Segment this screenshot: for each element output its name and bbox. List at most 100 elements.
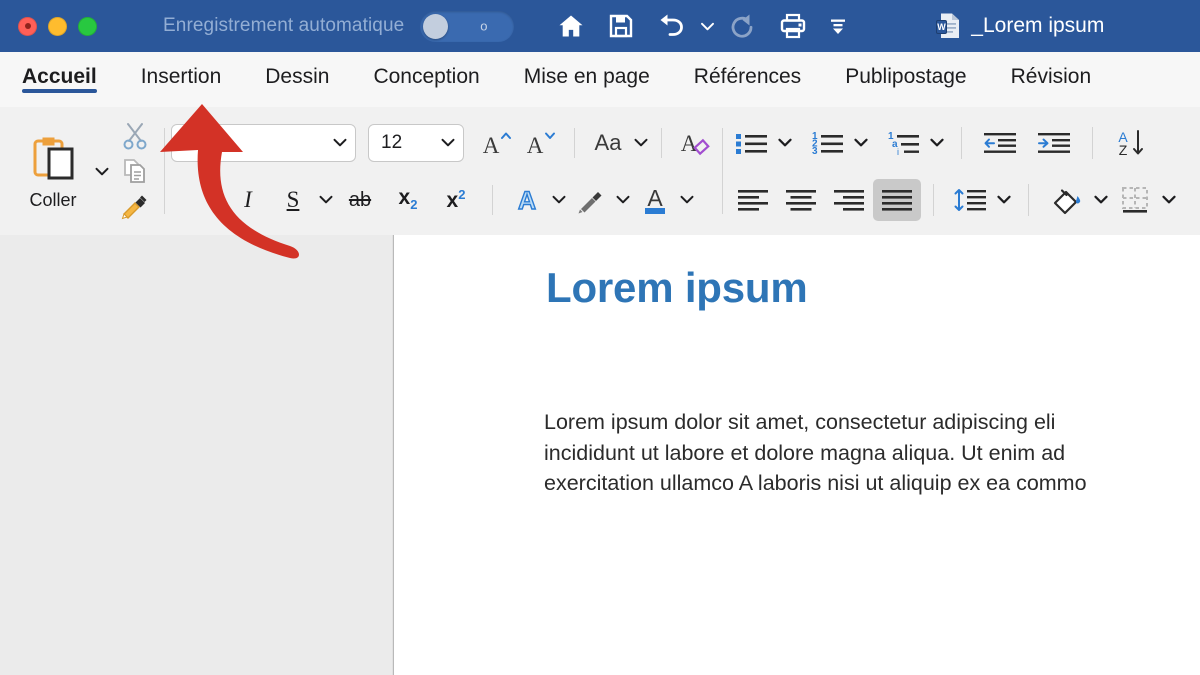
align-right-button[interactable] (825, 179, 873, 221)
align-center-button[interactable] (777, 179, 825, 221)
borders-chevron-down-icon[interactable] (1159, 179, 1179, 221)
close-button[interactable] (18, 17, 37, 36)
print-icon[interactable] (768, 4, 818, 48)
superscript-button[interactable]: x2 (432, 179, 480, 221)
font-color-chevron-down-icon[interactable] (677, 179, 697, 221)
svg-text:A: A (518, 187, 536, 215)
tab-conception[interactable]: Conception (351, 52, 501, 97)
paste-control: Coller (0, 119, 112, 223)
tab-conception-label: Conception (351, 65, 501, 97)
change-case-chevron-down-icon[interactable] (631, 122, 651, 164)
multilevel-list-chevron-down-icon[interactable] (927, 122, 947, 164)
zoom-button[interactable] (78, 17, 97, 36)
tab-publipostage-label: Publipostage (823, 65, 988, 97)
line-spacing-button[interactable] (946, 179, 994, 221)
clipboard-icon (25, 131, 81, 187)
underline-chevron-down-icon[interactable] (316, 179, 336, 221)
bullets-chevron-down-icon[interactable] (775, 122, 795, 164)
shrink-font-button[interactable]: A (520, 122, 564, 164)
tab-accueil[interactable]: Accueil (0, 52, 119, 97)
shading-button[interactable] (1043, 179, 1091, 221)
grow-font-button[interactable]: A (476, 122, 520, 164)
highlight-chevron-down-icon[interactable] (613, 179, 633, 221)
text-effects-icon: A (512, 185, 542, 215)
tab-references-label: Références (672, 65, 823, 97)
align-left-icon (736, 187, 770, 213)
grow-font-icon: A (482, 129, 514, 157)
title-bar: Enregistrement automatique o (0, 0, 1200, 52)
paragraph-divider-4 (1028, 184, 1029, 216)
line-spacing-chevron-down-icon[interactable] (994, 179, 1014, 221)
numbering-button[interactable]: 1 2 3 (805, 122, 851, 164)
borders-icon (1118, 185, 1152, 215)
undo-chevron-down-icon[interactable] (696, 4, 718, 48)
paragraph-divider-2 (1092, 127, 1093, 159)
document-title[interactable]: W _Lorem ipsum (936, 12, 1104, 40)
shading-chevron-down-icon[interactable] (1091, 179, 1111, 221)
text-effects-chevron-down-icon[interactable] (549, 179, 569, 221)
autosave-toggle[interactable]: o (420, 11, 514, 42)
clear-formatting-button[interactable]: A (672, 122, 716, 164)
font-size-chevron-down-icon[interactable] (441, 134, 455, 151)
font-color-icon: A (640, 184, 670, 216)
font-divider-2 (661, 128, 662, 158)
tab-publipostage[interactable]: Publipostage (823, 52, 988, 97)
tab-insertion[interactable]: Insertion (119, 52, 244, 97)
tab-insertion-label: Insertion (119, 65, 244, 97)
bullets-button[interactable] (729, 122, 775, 164)
group-divider-2 (722, 128, 723, 214)
document-body[interactable]: Lorem ipsum dolor sit amet, consectetur … (544, 407, 1200, 499)
svg-text:A: A (527, 133, 544, 157)
font-row-bottom: I S ab x2 x2 (171, 172, 716, 227)
underline-button[interactable]: S (270, 179, 316, 221)
increase-indent-button[interactable] (1030, 122, 1078, 164)
tab-dessin[interactable]: Dessin (243, 52, 351, 97)
save-icon[interactable] (596, 4, 646, 48)
paragraph-divider-3 (933, 184, 934, 216)
subscript-button[interactable]: x2 (384, 179, 432, 221)
paste-label: Coller (29, 190, 76, 211)
tab-references[interactable]: Références (672, 52, 823, 97)
tab-revision[interactable]: Révision (989, 52, 1114, 97)
cut-button[interactable] (115, 120, 155, 152)
justify-button[interactable] (873, 179, 921, 221)
italic-button[interactable]: I (226, 179, 270, 221)
text-effects-button[interactable]: A (505, 179, 549, 221)
document-workspace: Lorem ipsum Lorem ipsum dolor sit amet, … (0, 235, 1200, 675)
copy-button[interactable] (115, 155, 155, 187)
paste-chevron-down-icon[interactable] (92, 150, 112, 192)
highlight-button[interactable] (569, 179, 613, 221)
minimize-button[interactable] (48, 17, 67, 36)
redo-icon[interactable] (718, 4, 768, 48)
document-body-line: incididunt ut labore et dolore magna ali… (544, 438, 1200, 469)
autosave-toggle-knob (423, 14, 448, 39)
font-size-input[interactable]: 12 (368, 124, 464, 162)
format-painter-button[interactable] (115, 190, 155, 222)
sort-button[interactable]: A Z (1107, 122, 1155, 164)
font-color-button[interactable]: A (633, 179, 677, 221)
align-left-button[interactable] (729, 179, 777, 221)
clipboard-group: Coller (0, 107, 158, 235)
svg-text:A: A (681, 131, 698, 156)
strikethrough-button[interactable]: ab (336, 179, 384, 221)
multilevel-list-button[interactable]: 1 a i (881, 122, 927, 164)
copy-icon (121, 157, 149, 185)
clear-formatting-icon: A (678, 128, 710, 158)
font-divider-1 (574, 128, 575, 158)
font-name-input[interactable] (171, 124, 356, 162)
change-case-button[interactable]: Aa (585, 122, 631, 164)
numbering-chevron-down-icon[interactable] (851, 122, 871, 164)
group-divider (164, 128, 165, 214)
home-icon[interactable] (546, 4, 596, 48)
document-page[interactable]: Lorem ipsum Lorem ipsum dolor sit amet, … (393, 235, 1200, 675)
strikethrough-label: ab (349, 190, 371, 210)
font-name-chevron-down-icon[interactable] (333, 134, 347, 151)
line-spacing-icon (952, 186, 988, 214)
borders-button[interactable] (1111, 179, 1159, 221)
decrease-indent-button[interactable] (976, 122, 1024, 164)
paste-button[interactable]: Coller (14, 119, 92, 223)
tab-dessin-label: Dessin (243, 65, 351, 97)
tab-mise-en-page[interactable]: Mise en page (502, 52, 672, 97)
customize-toolbar-icon[interactable] (818, 4, 858, 48)
undo-icon[interactable] (646, 4, 696, 48)
